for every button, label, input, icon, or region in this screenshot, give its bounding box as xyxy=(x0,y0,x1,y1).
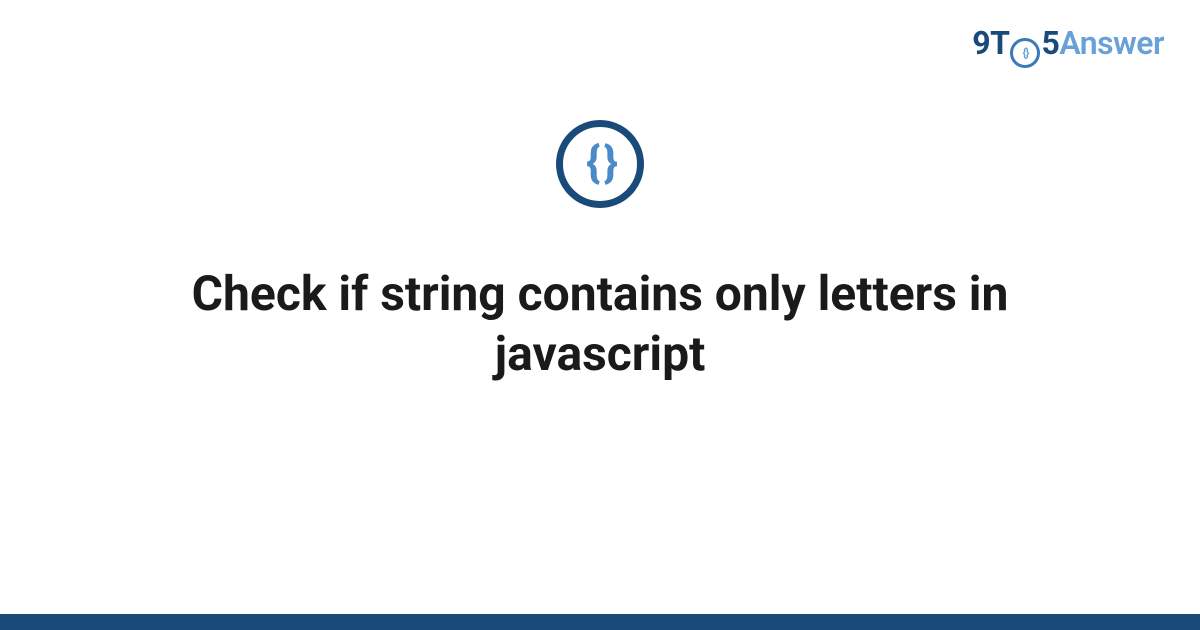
logo-answer: Answer xyxy=(1059,24,1164,62)
main-content: { } Check if string contains only letter… xyxy=(0,120,1200,384)
site-logo: 9T 5Answer xyxy=(972,24,1164,68)
logo-o-braces-icon xyxy=(1010,38,1040,68)
footer-accent-bar xyxy=(0,614,1200,630)
logo-5: 5 xyxy=(1041,24,1059,62)
logo-9t: 9T xyxy=(972,24,1009,62)
topic-icon-circle: { } xyxy=(556,120,644,208)
page-title: Check if string contains only letters in… xyxy=(150,264,1050,384)
braces-icon: { } xyxy=(586,140,614,184)
